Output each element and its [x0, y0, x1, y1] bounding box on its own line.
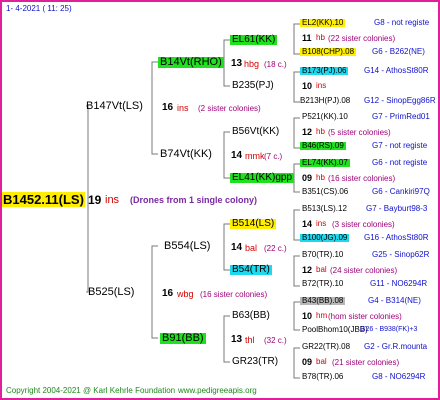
unit-gen1-1: ins — [177, 103, 189, 113]
queen-gen4-7[interactable]: EL74(KK).07 — [300, 159, 350, 167]
copyright-text: Copyright 2004-2021 @ Karl Kehrle Founda… — [6, 386, 176, 395]
site-url: www.pedigreeapis.org — [178, 386, 257, 395]
note-gen2-3: (22 c.) — [264, 244, 287, 253]
queen-gen4-2[interactable]: B108(CHP).08 — [300, 48, 357, 56]
info-gen4-15: G2 - Gr.R.mounta — [364, 342, 428, 351]
note-gen1-2: (16 sister colonies) — [200, 290, 268, 299]
info-gen4-8: G6 - Cankiri97Q — [372, 187, 430, 196]
info-gen4-13: G4 - B314(NE) — [368, 296, 421, 305]
queen-gen2-4[interactable]: B91(BB) — [160, 333, 206, 344]
info-gen4-3: G14 - AthosSt80R — [364, 66, 429, 75]
info-gen4-7: G6 - not registe — [372, 158, 428, 167]
queen-gen3-3[interactable]: B56Vt(KK) — [232, 127, 279, 137]
queen-gen2-1[interactable]: B14Vt(RHO) — [158, 57, 224, 68]
sisters-gen4-2: 10 — [302, 81, 313, 91]
sisters-gen4-6: 12 — [302, 265, 313, 275]
sisters-gen2-4: 13 — [231, 334, 243, 345]
queen-gen2-3[interactable]: B554(LS) — [164, 241, 210, 252]
note-gen2-4: (32 c.) — [264, 336, 287, 345]
queen-gen4-10[interactable]: B100(JG).09 — [300, 234, 350, 242]
note-gen4-4: (16 sister colonies) — [328, 174, 396, 183]
sisters-gen4-1: 11 — [302, 33, 312, 43]
unit-gen4-2: ins — [316, 81, 327, 90]
info-gen4-2: G6 - B262(NE) — [372, 47, 425, 56]
info-gen4-16: G8 - NO6294R — [372, 372, 426, 381]
sisters-gen2-2: 14 — [231, 150, 243, 161]
queen-gen1-2[interactable]: B525(LS) — [88, 287, 134, 298]
unit-gen4-6: bal — [316, 265, 327, 274]
queen-gen3-8[interactable]: GR23(TR) — [232, 357, 278, 367]
info-gen4-11: G25 - Sinop62R — [372, 250, 430, 259]
sisters-gen4-4: 09 — [302, 173, 313, 183]
unit-gen2-1: hbg — [244, 59, 260, 69]
sisters-gen2-3: 14 — [231, 242, 243, 253]
note-gen1-1: (2 sister colonies) — [198, 104, 261, 113]
unit-gen4-3: hb — [316, 127, 325, 136]
info-gen4-12: G11 - NO6294R — [370, 279, 428, 288]
unit-gen4-7: hm — [316, 311, 328, 320]
queen-gen4-13[interactable]: B43(BB).08 — [300, 297, 346, 305]
root-unit: ins — [105, 194, 120, 206]
info-gen4-10: G16 - AthosSt80R — [364, 233, 429, 242]
pedigree-frame: 1- 4-2021 ( 11: 25) Copyright 2004-2021 … — [0, 0, 440, 400]
unit-gen1-2: wbg — [177, 289, 194, 299]
info-gen4-1: G8 - not registe — [374, 18, 430, 27]
queen-gen1-1[interactable]: B147Vt(LS) — [86, 101, 143, 112]
queen-gen4-4[interactable]: B213H(PJ).08 — [300, 97, 350, 105]
queen-gen4-11[interactable]: B70(TR).10 — [302, 251, 343, 259]
info-gen4-14: G26 - B938(FK)+3 — [360, 326, 418, 333]
queen-gen4-9[interactable]: B513(LS).12 — [302, 205, 347, 213]
queen-gen3-1[interactable]: EL61(KK) — [230, 35, 278, 45]
queen-gen3-7[interactable]: B63(BB) — [232, 311, 270, 321]
sisters-gen4-7: 10 — [302, 311, 313, 321]
note-gen4-6: (24 sister colonies) — [330, 266, 398, 275]
sisters-gen2-1: 13 — [231, 58, 243, 69]
root-queen[interactable]: B1452.11(LS) — [2, 192, 85, 207]
queen-gen4-16[interactable]: B78(TR).06 — [302, 373, 343, 381]
unit-gen2-3: bal — [245, 243, 258, 253]
queen-gen3-4[interactable]: EL41(KK)gpp — [230, 173, 295, 183]
note-gen2-2: (7 c.) — [264, 152, 283, 161]
queen-gen3-2[interactable]: B235(PJ) — [232, 81, 274, 91]
unit-gen4-1: hb — [316, 33, 325, 42]
queen-gen3-5[interactable]: B514(LS) — [230, 219, 277, 229]
sisters-gen4-3: 12 — [302, 127, 313, 137]
note-gen4-3: (5 sister colonies) — [328, 128, 391, 137]
queen-gen4-14[interactable]: PoolBhom10(JBB) — [302, 326, 368, 334]
queen-gen3-6[interactable]: B54(TR) — [230, 265, 272, 275]
sisters-gen4-5: 14 — [302, 219, 313, 229]
unit-gen4-8: bal — [316, 357, 327, 366]
sisters-gen1-1: 16 — [162, 102, 174, 113]
note-gen4-8: (21 sister colonies) — [332, 358, 400, 367]
queen-gen4-8[interactable]: B351(CS).06 — [302, 188, 348, 196]
unit-gen4-5: ins — [316, 219, 327, 228]
queen-gen4-6[interactable]: B46(RS).09 — [300, 142, 346, 150]
info-gen4-6: G7 - not registe — [372, 141, 428, 150]
info-gen4-9: G7 - Bayburt98-3 — [366, 204, 428, 213]
unit-gen4-4: hb — [316, 173, 325, 182]
unit-gen2-4: thl — [245, 335, 255, 345]
note-gen4-7: (hom sister colonies) — [328, 312, 402, 321]
info-gen4-4: G12 - SinopEgg86R — [364, 96, 436, 105]
note-gen2-1: (18 c.) — [264, 60, 287, 69]
queen-gen2-2[interactable]: B74Vt(KK) — [160, 149, 212, 160]
info-gen4-5: G7 - PrimRed01 — [372, 112, 430, 121]
note-gen4-5: (3 sister colonies) — [332, 220, 395, 229]
sisters-gen1-2: 16 — [162, 288, 174, 299]
queen-gen4-5[interactable]: P521(KK).10 — [302, 113, 348, 121]
note-gen4-1: (22 sister colonies) — [328, 34, 396, 43]
queen-gen4-12[interactable]: B72(TR).10 — [302, 280, 343, 288]
queen-gen4-15[interactable]: GR22(TR).08 — [302, 343, 350, 351]
root-sisters: 19 — [88, 193, 102, 207]
queen-gen4-3[interactable]: B173(PJ).06 — [300, 67, 349, 75]
unit-gen2-2: mmk — [245, 151, 265, 161]
sisters-gen4-8: 09 — [302, 357, 313, 367]
queen-gen4-1[interactable]: EL2(KK).10 — [300, 19, 346, 27]
root-note: (Drones from 1 single colony) — [130, 195, 258, 205]
report-date: 1- 4-2021 ( 11: 25) — [6, 4, 72, 13]
